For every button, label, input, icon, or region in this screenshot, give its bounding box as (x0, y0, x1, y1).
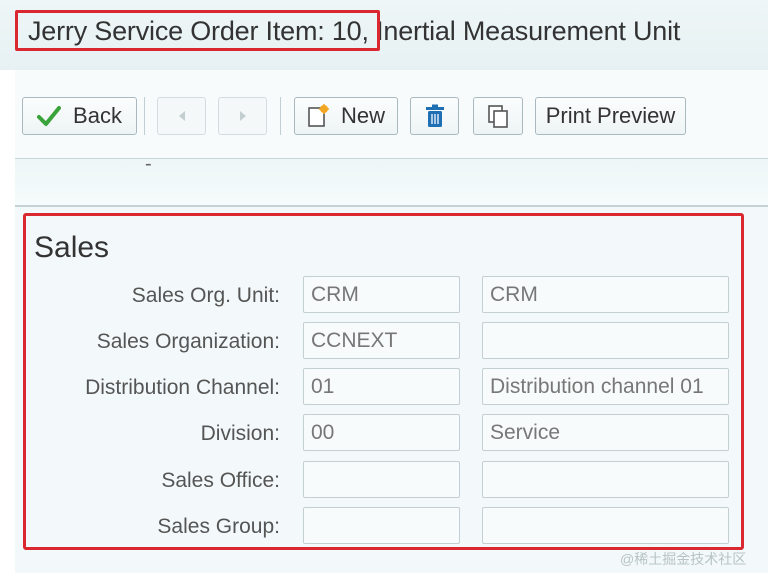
print-preview-button-label: Print Preview (545, 103, 676, 128)
title-highlight-frame (15, 10, 380, 51)
next-button[interactable] (218, 97, 267, 135)
new-document-icon (307, 104, 329, 128)
new-button[interactable]: New (294, 97, 398, 135)
copy-button[interactable] (473, 97, 523, 135)
new-button-label: New (340, 103, 385, 128)
back-button[interactable]: Back (22, 97, 137, 135)
watermark: @稀土掘金技术社区 (620, 551, 747, 567)
copy-icon (487, 104, 509, 128)
trash-icon (425, 104, 445, 128)
toolbar: Back New Print Preview (15, 70, 768, 159)
clipped-strip: - (15, 153, 768, 207)
previous-button[interactable] (157, 97, 206, 135)
back-button-label: Back (73, 103, 122, 128)
clipped-text-fragment: - (145, 153, 152, 175)
delete-button[interactable] (410, 97, 459, 135)
arrow-right-icon (238, 110, 248, 122)
print-preview-button[interactable]: Print Preview (535, 97, 686, 135)
checkmark-icon (37, 105, 62, 127)
arrow-left-icon (177, 110, 187, 122)
toolbar-separator (280, 97, 281, 135)
sales-section-highlight-frame (23, 213, 744, 550)
toolbar-separator (144, 97, 145, 135)
